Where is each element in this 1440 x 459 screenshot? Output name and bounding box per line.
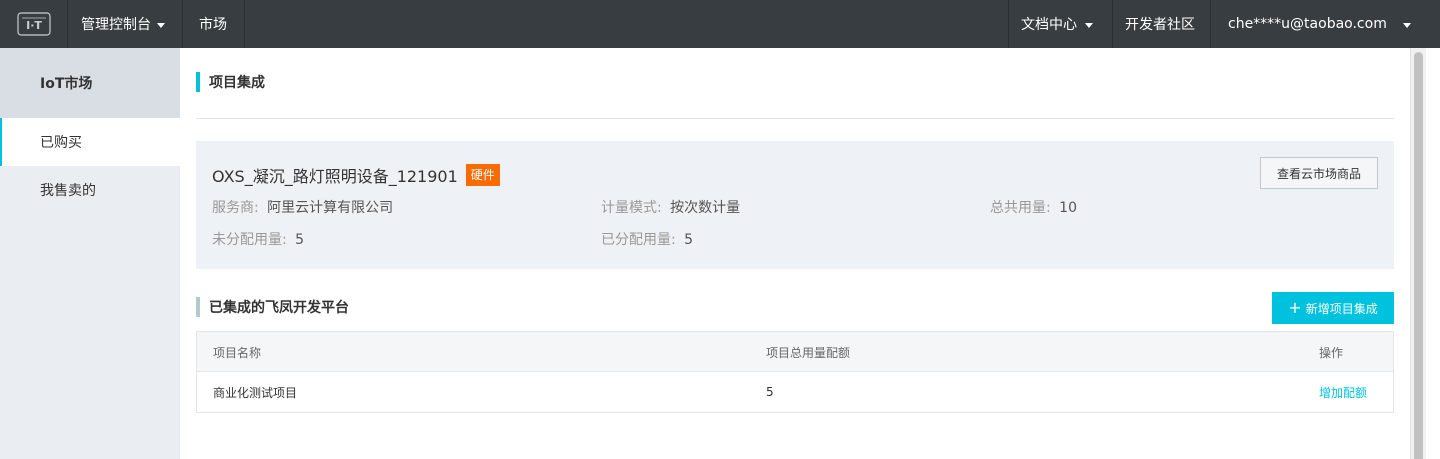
provider-label: 服务商: bbox=[212, 200, 259, 216]
sidebar-item-purchased[interactable]: 已购买 bbox=[0, 118, 180, 166]
allocated-usage-value: 5 bbox=[684, 232, 694, 248]
top-navigation-bar: I·T 管理控制台 市场 文档中心 开发者社区 che****u@taobao.… bbox=[0, 0, 1440, 48]
sidebar-header: IoT市场 bbox=[0, 48, 180, 118]
section-title-project-integration: 项目集成 bbox=[196, 72, 265, 92]
docs-menu[interactable]: 文档中心 bbox=[1008, 0, 1112, 48]
view-market-product-button[interactable]: 查看云市场商品 bbox=[1260, 157, 1378, 189]
community-link[interactable]: 开发者社区 bbox=[1112, 0, 1210, 48]
increase-quota-link[interactable]: 增加配额 bbox=[1319, 372, 1367, 412]
total-usage-value: 10 bbox=[1059, 200, 1077, 216]
hardware-badge: 硬件 bbox=[465, 164, 500, 186]
total-usage-field: 总共用量: 10 bbox=[990, 197, 1077, 217]
user-menu[interactable]: che****u@taobao.com bbox=[1210, 0, 1424, 48]
community-link-label: 开发者社区 bbox=[1125, 17, 1195, 33]
sidebar: IoT市场 已购买 我售卖的 bbox=[0, 48, 180, 459]
section-title-text: 项目集成 bbox=[209, 75, 265, 91]
console-menu-label: 管理控制台 bbox=[81, 17, 151, 33]
section-title-integrated-platforms: 已集成的飞凤开发平台 bbox=[196, 297, 349, 317]
page-edge bbox=[1426, 48, 1440, 459]
console-menu[interactable]: 管理控制台 bbox=[68, 0, 183, 48]
divider bbox=[196, 118, 1394, 119]
provider-field: 服务商: 阿里云计算有限公司 bbox=[212, 197, 393, 217]
column-header-project-name: 项目名称 bbox=[213, 345, 262, 360]
svg-text:I·T: I·T bbox=[26, 19, 42, 32]
provider-value: 阿里云计算有限公司 bbox=[267, 200, 394, 216]
market-link-label: 市场 bbox=[199, 17, 227, 33]
billing-mode-value: 按次数计量 bbox=[670, 200, 741, 216]
table-header-row: 项目名称 项目总用量配额 操作 bbox=[197, 332, 1393, 372]
title-accent-bar bbox=[196, 72, 200, 92]
column-header-actions: 操作 bbox=[1319, 345, 1344, 360]
add-project-integration-button[interactable]: + 新增项目集成 bbox=[1272, 292, 1394, 324]
column-header-quota: 项目总用量配额 bbox=[766, 345, 851, 360]
unallocated-usage-label: 未分配用量: bbox=[212, 232, 287, 248]
allocated-usage-label: 已分配用量: bbox=[601, 232, 676, 248]
user-email: che****u@taobao.com bbox=[1228, 16, 1387, 32]
integration-table: 项目名称 项目总用量配额 操作 商业化测试项目 5 增加配额 bbox=[196, 331, 1394, 413]
chevron-down-icon bbox=[1085, 22, 1093, 28]
add-project-integration-label: 新增项目集成 bbox=[1305, 301, 1378, 316]
unallocated-usage-value: 5 bbox=[295, 232, 305, 248]
product-card: OXS_凝沉_路灯照明设备_121901 硬件 查看云市场商品 服务商: 阿里云… bbox=[196, 141, 1394, 269]
section-title-text: 已集成的飞凤开发平台 bbox=[209, 300, 349, 316]
product-name: OXS_凝沉_路灯照明设备_121901 bbox=[212, 167, 458, 186]
unallocated-usage-field: 未分配用量: 5 bbox=[212, 229, 304, 249]
chevron-down-icon bbox=[157, 22, 165, 28]
title-accent-bar bbox=[196, 297, 200, 317]
total-usage-label: 总共用量: bbox=[990, 200, 1051, 216]
billing-mode-field: 计量模式: 按次数计量 bbox=[601, 197, 740, 217]
sidebar-item-selling[interactable]: 我售卖的 bbox=[0, 166, 180, 214]
docs-menu-label: 文档中心 bbox=[1021, 17, 1077, 33]
chevron-down-icon bbox=[1402, 22, 1411, 28]
project-name-cell: 商业化测试项目 bbox=[213, 385, 298, 400]
vertical-scrollbar[interactable] bbox=[1410, 48, 1426, 459]
market-link[interactable]: 市场 bbox=[183, 0, 245, 48]
iot-logo-icon[interactable]: I·T bbox=[0, 0, 68, 48]
main-content: 项目集成 OXS_凝沉_路灯照明设备_121901 硬件 查看云市场商品 服务商… bbox=[180, 48, 1410, 459]
plus-icon: + bbox=[1288, 298, 1302, 317]
table-row: 商业化测试项目 5 增加配额 bbox=[197, 372, 1393, 412]
quota-cell: 5 bbox=[766, 385, 774, 399]
product-title: OXS_凝沉_路灯照明设备_121901 硬件 bbox=[212, 163, 500, 187]
billing-mode-label: 计量模式: bbox=[601, 200, 662, 216]
allocated-usage-field: 已分配用量: 5 bbox=[601, 229, 693, 249]
scrollbar-thumb[interactable] bbox=[1414, 52, 1423, 459]
